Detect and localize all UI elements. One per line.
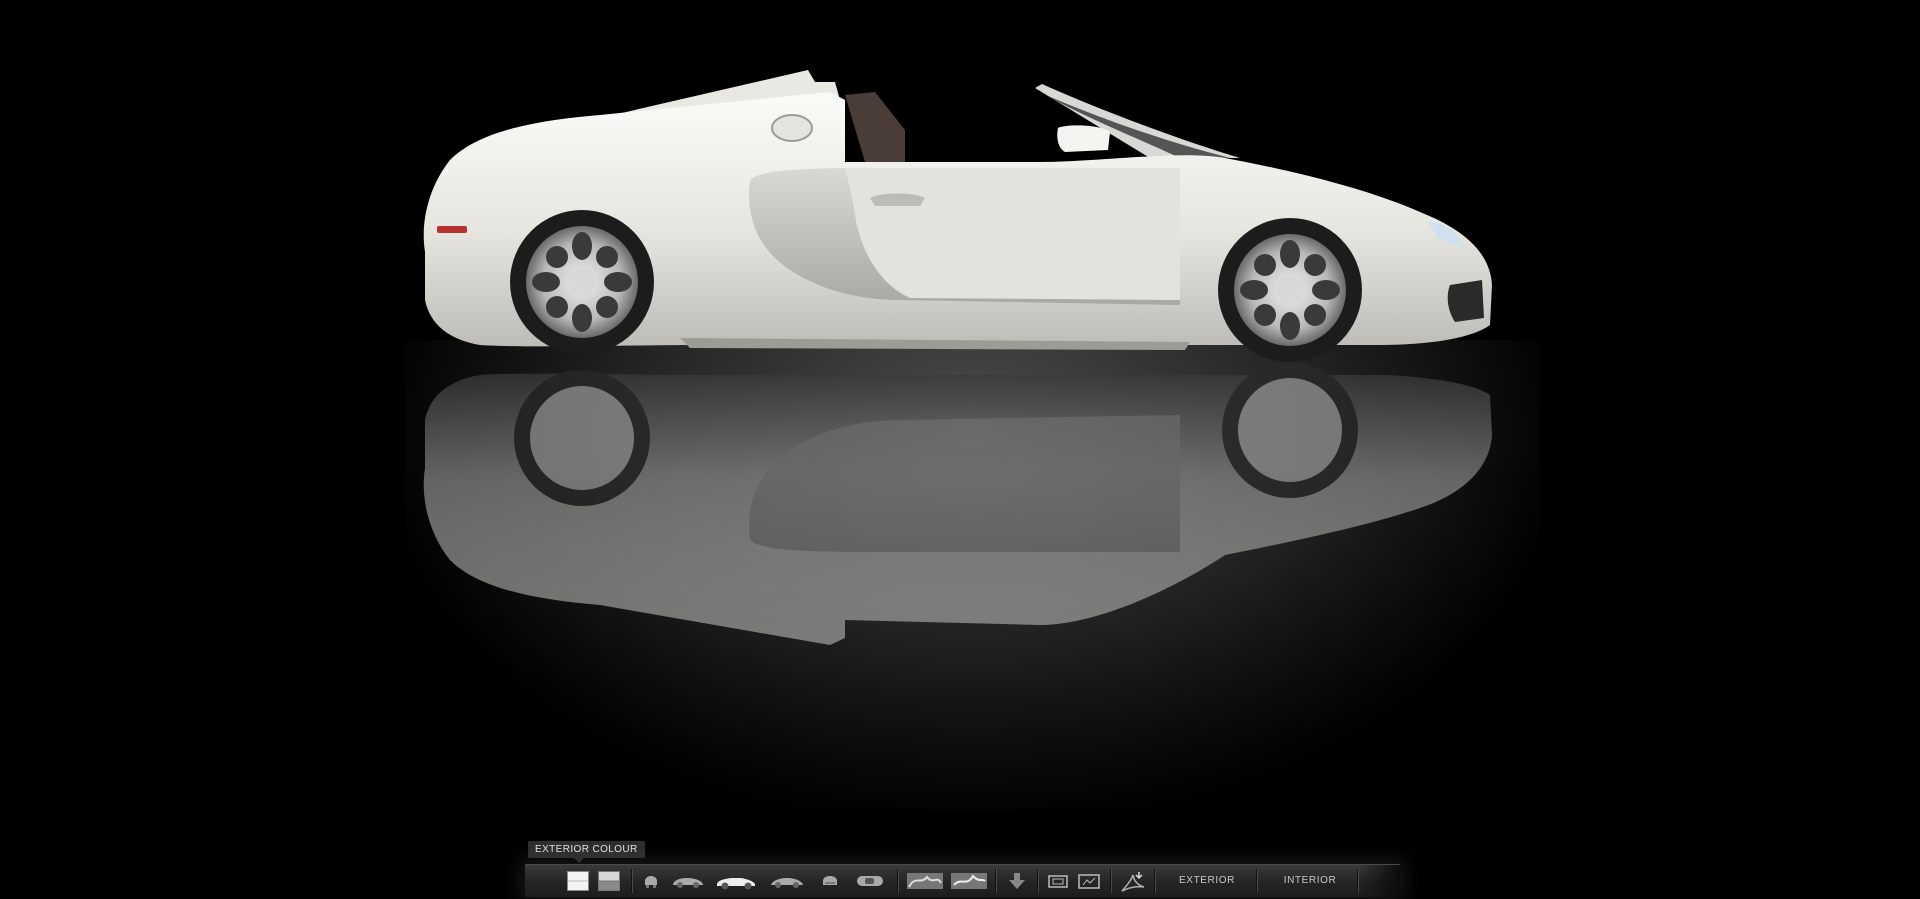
view-three-quarter-front-icon[interactable] <box>671 871 705 891</box>
toolbar-fade <box>1360 865 1400 897</box>
fullscreen-icon[interactable] <box>1077 871 1101 891</box>
toolbar-separator <box>631 869 633 893</box>
view-top-icon[interactable] <box>855 871 885 891</box>
view-side-icon[interactable] <box>715 871 757 891</box>
pdf-icon[interactable] <box>1119 871 1147 892</box>
interior-button[interactable]: INTERIOR <box>1260 865 1360 897</box>
toolbar-separator <box>995 869 997 893</box>
car-image <box>423 70 1492 362</box>
car-viewer <box>0 0 1920 899</box>
toolbar-separator <box>897 869 899 893</box>
fit-screen-icon[interactable] <box>1047 871 1069 891</box>
view-three-quarter-rear-icon[interactable] <box>769 871 805 891</box>
toolbar-separator <box>1357 869 1359 893</box>
configurator-toolbar: EXTERIOR INTERIOR <box>525 864 1400 897</box>
detail-interior-1-icon[interactable] <box>907 871 943 891</box>
view-rear-icon[interactable] <box>820 871 840 891</box>
detail-interior-2-icon[interactable] <box>951 871 987 891</box>
toolbar-separator <box>1110 869 1112 893</box>
exterior-button[interactable]: EXTERIOR <box>1157 865 1257 897</box>
color-two-tone-icon[interactable] <box>598 871 620 891</box>
toolbar-separator <box>1037 869 1039 893</box>
toolbar-separator <box>1154 869 1156 893</box>
tooltip: EXTERIOR COLOUR <box>528 841 645 858</box>
color-solid-icon[interactable] <box>567 871 589 891</box>
tooltip-arrow <box>574 858 584 863</box>
toolbar-separator <box>1256 869 1258 893</box>
view-front-icon[interactable] <box>642 871 660 891</box>
download-icon[interactable] <box>1006 871 1028 891</box>
